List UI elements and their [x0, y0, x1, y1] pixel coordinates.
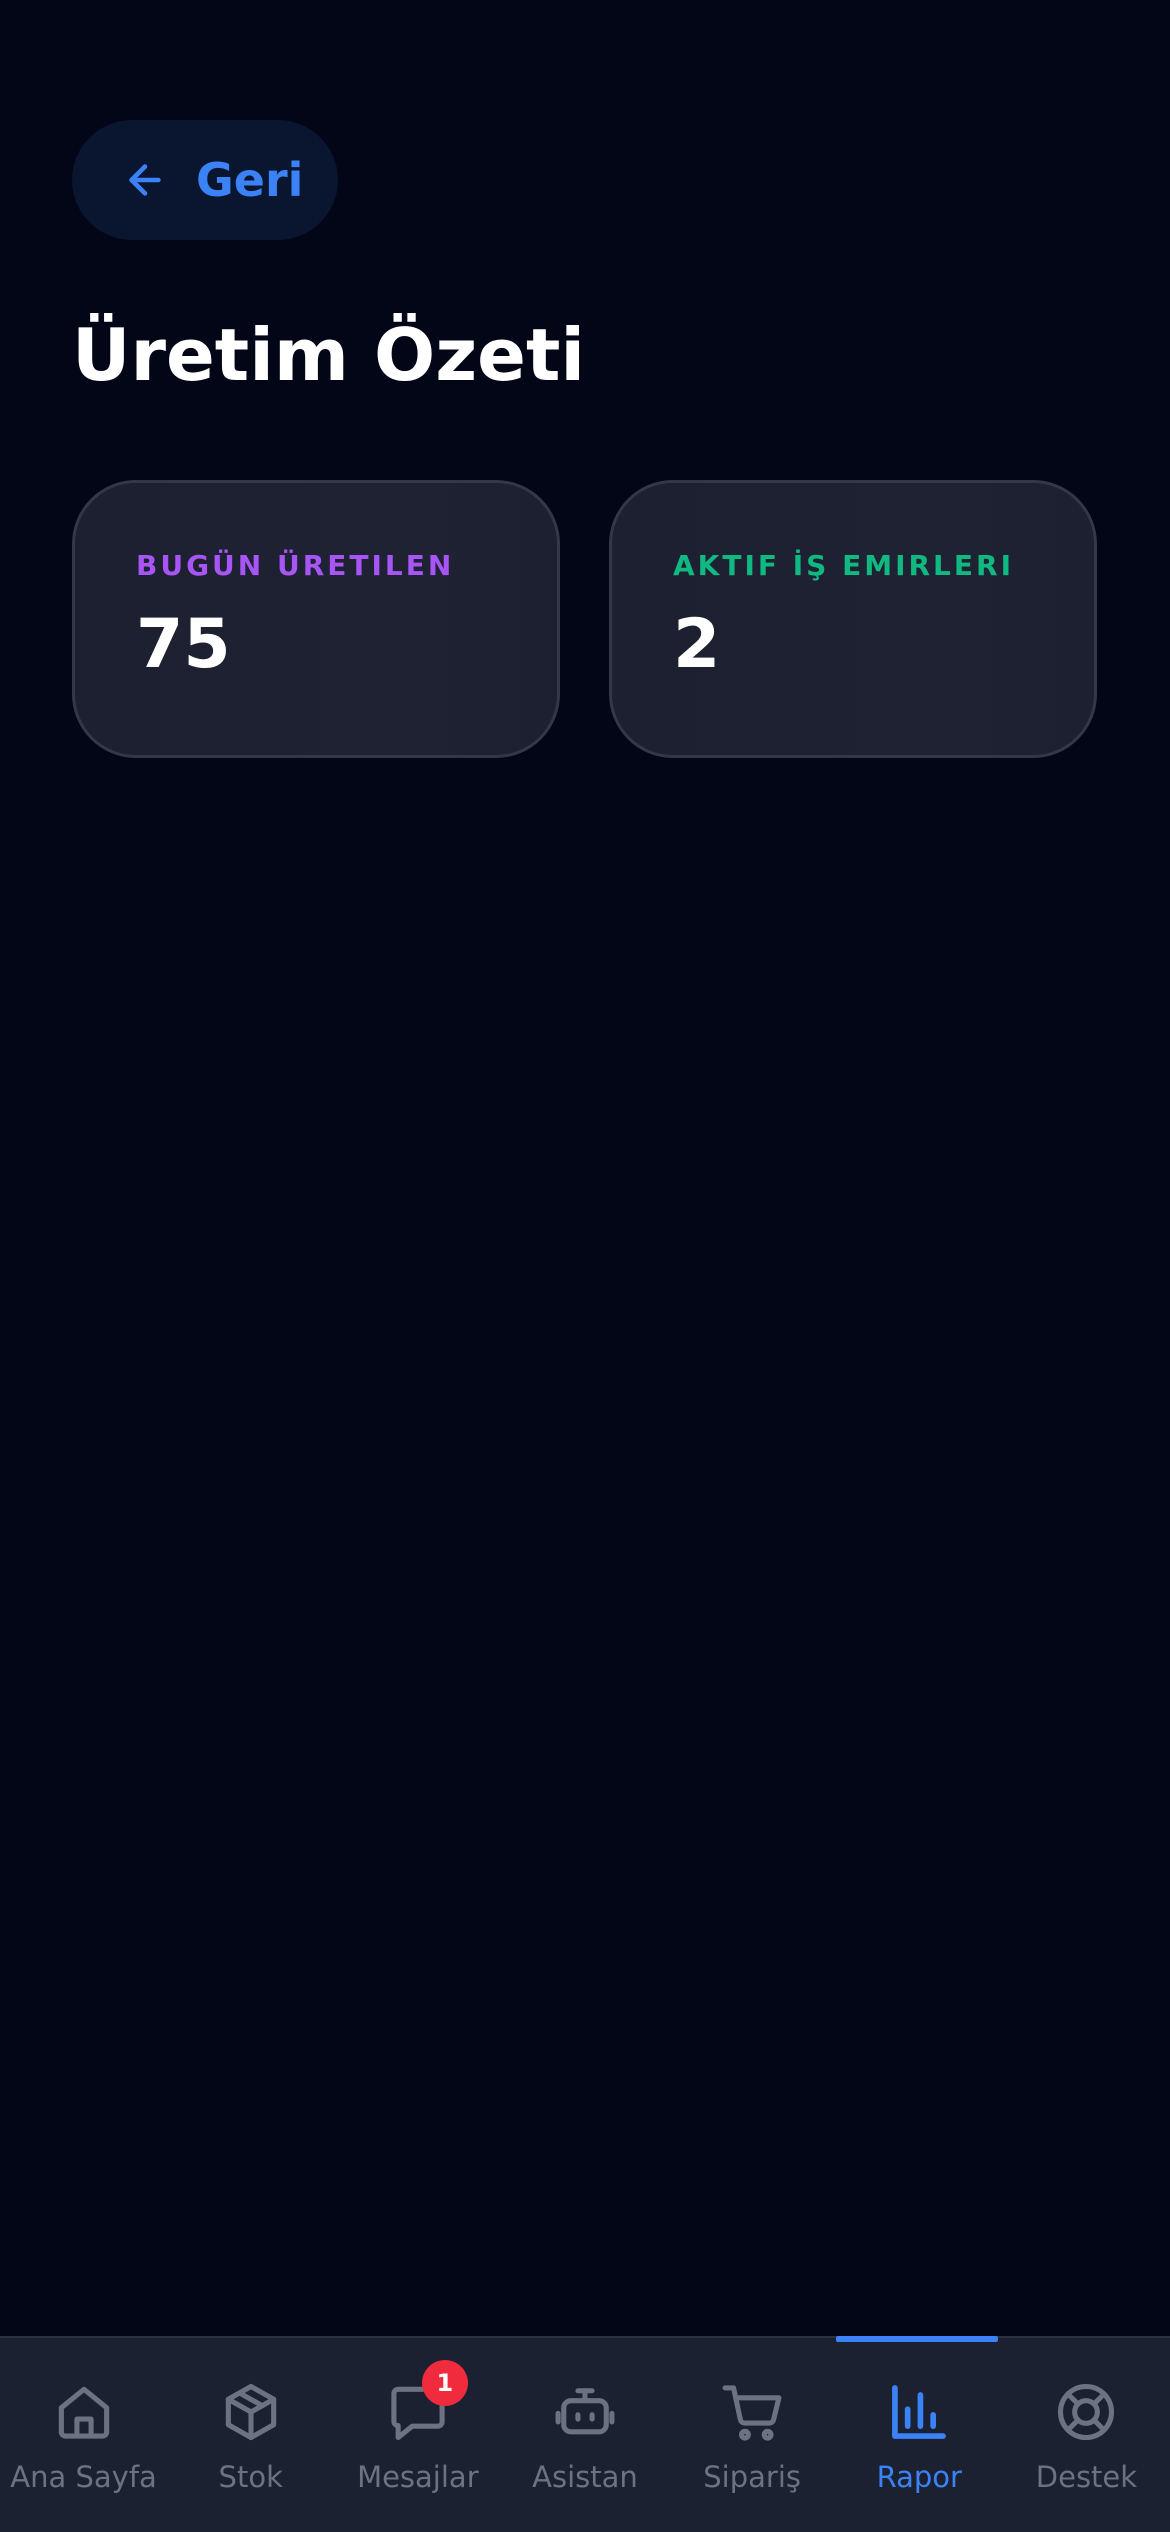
bottom-tab-bar: Ana Sayfa Stok 1 Mesajlar Asistan Sipari… [0, 2336, 1170, 2532]
tab-label: Destek [1035, 2460, 1138, 2494]
cart-icon [718, 2378, 786, 2446]
back-button-label: Geri [196, 153, 304, 207]
box-icon [217, 2378, 285, 2446]
tab-label: Stok [218, 2460, 283, 2494]
stat-card-produced-today: BUGÜN ÜRETILEN 75 [72, 480, 560, 758]
arrow-left-icon [129, 164, 161, 196]
stat-label: BUGÜN ÜRETILEN [136, 549, 455, 582]
tab-label: Ana Sayfa [10, 2460, 157, 2494]
active-tab-indicator [835, 2336, 998, 2342]
stat-card-active-work-orders: AKTIF İŞ EMIRLERI 2 [609, 480, 1097, 758]
home-icon [50, 2378, 118, 2446]
tab-report[interactable]: Rapor [835, 2336, 1003, 2532]
tab-stock[interactable]: Stok [167, 2338, 334, 2532]
report-screen: Geri Üretim Özeti BUGÜN ÜRETILEN 75 AKTI… [0, 0, 1170, 2532]
stat-label: AKTIF İŞ EMIRLERI [673, 549, 1015, 582]
tab-support[interactable]: Destek [1003, 2338, 1170, 2532]
robot-icon [551, 2378, 619, 2446]
stat-value: 75 [136, 605, 231, 684]
tab-label: Sipariş [703, 2460, 801, 2494]
tab-home[interactable]: Ana Sayfa [0, 2338, 167, 2532]
bar-chart-icon [885, 2378, 953, 2446]
back-button[interactable]: Geri [72, 120, 338, 240]
tab-label: Rapor [876, 2460, 962, 2494]
tab-orders[interactable]: Sipariş [669, 2338, 836, 2532]
lifebuoy-icon [1052, 2378, 1120, 2446]
page-title: Üretim Özeti [72, 313, 586, 397]
tab-label: Asistan [532, 2460, 638, 2494]
unread-badge: 1 [421, 2360, 468, 2406]
tab-label: Mesajlar [357, 2460, 479, 2494]
tab-assistant[interactable]: Asistan [501, 2338, 668, 2532]
tab-messages[interactable]: 1 Mesajlar [334, 2338, 501, 2532]
stat-value: 2 [673, 605, 721, 684]
